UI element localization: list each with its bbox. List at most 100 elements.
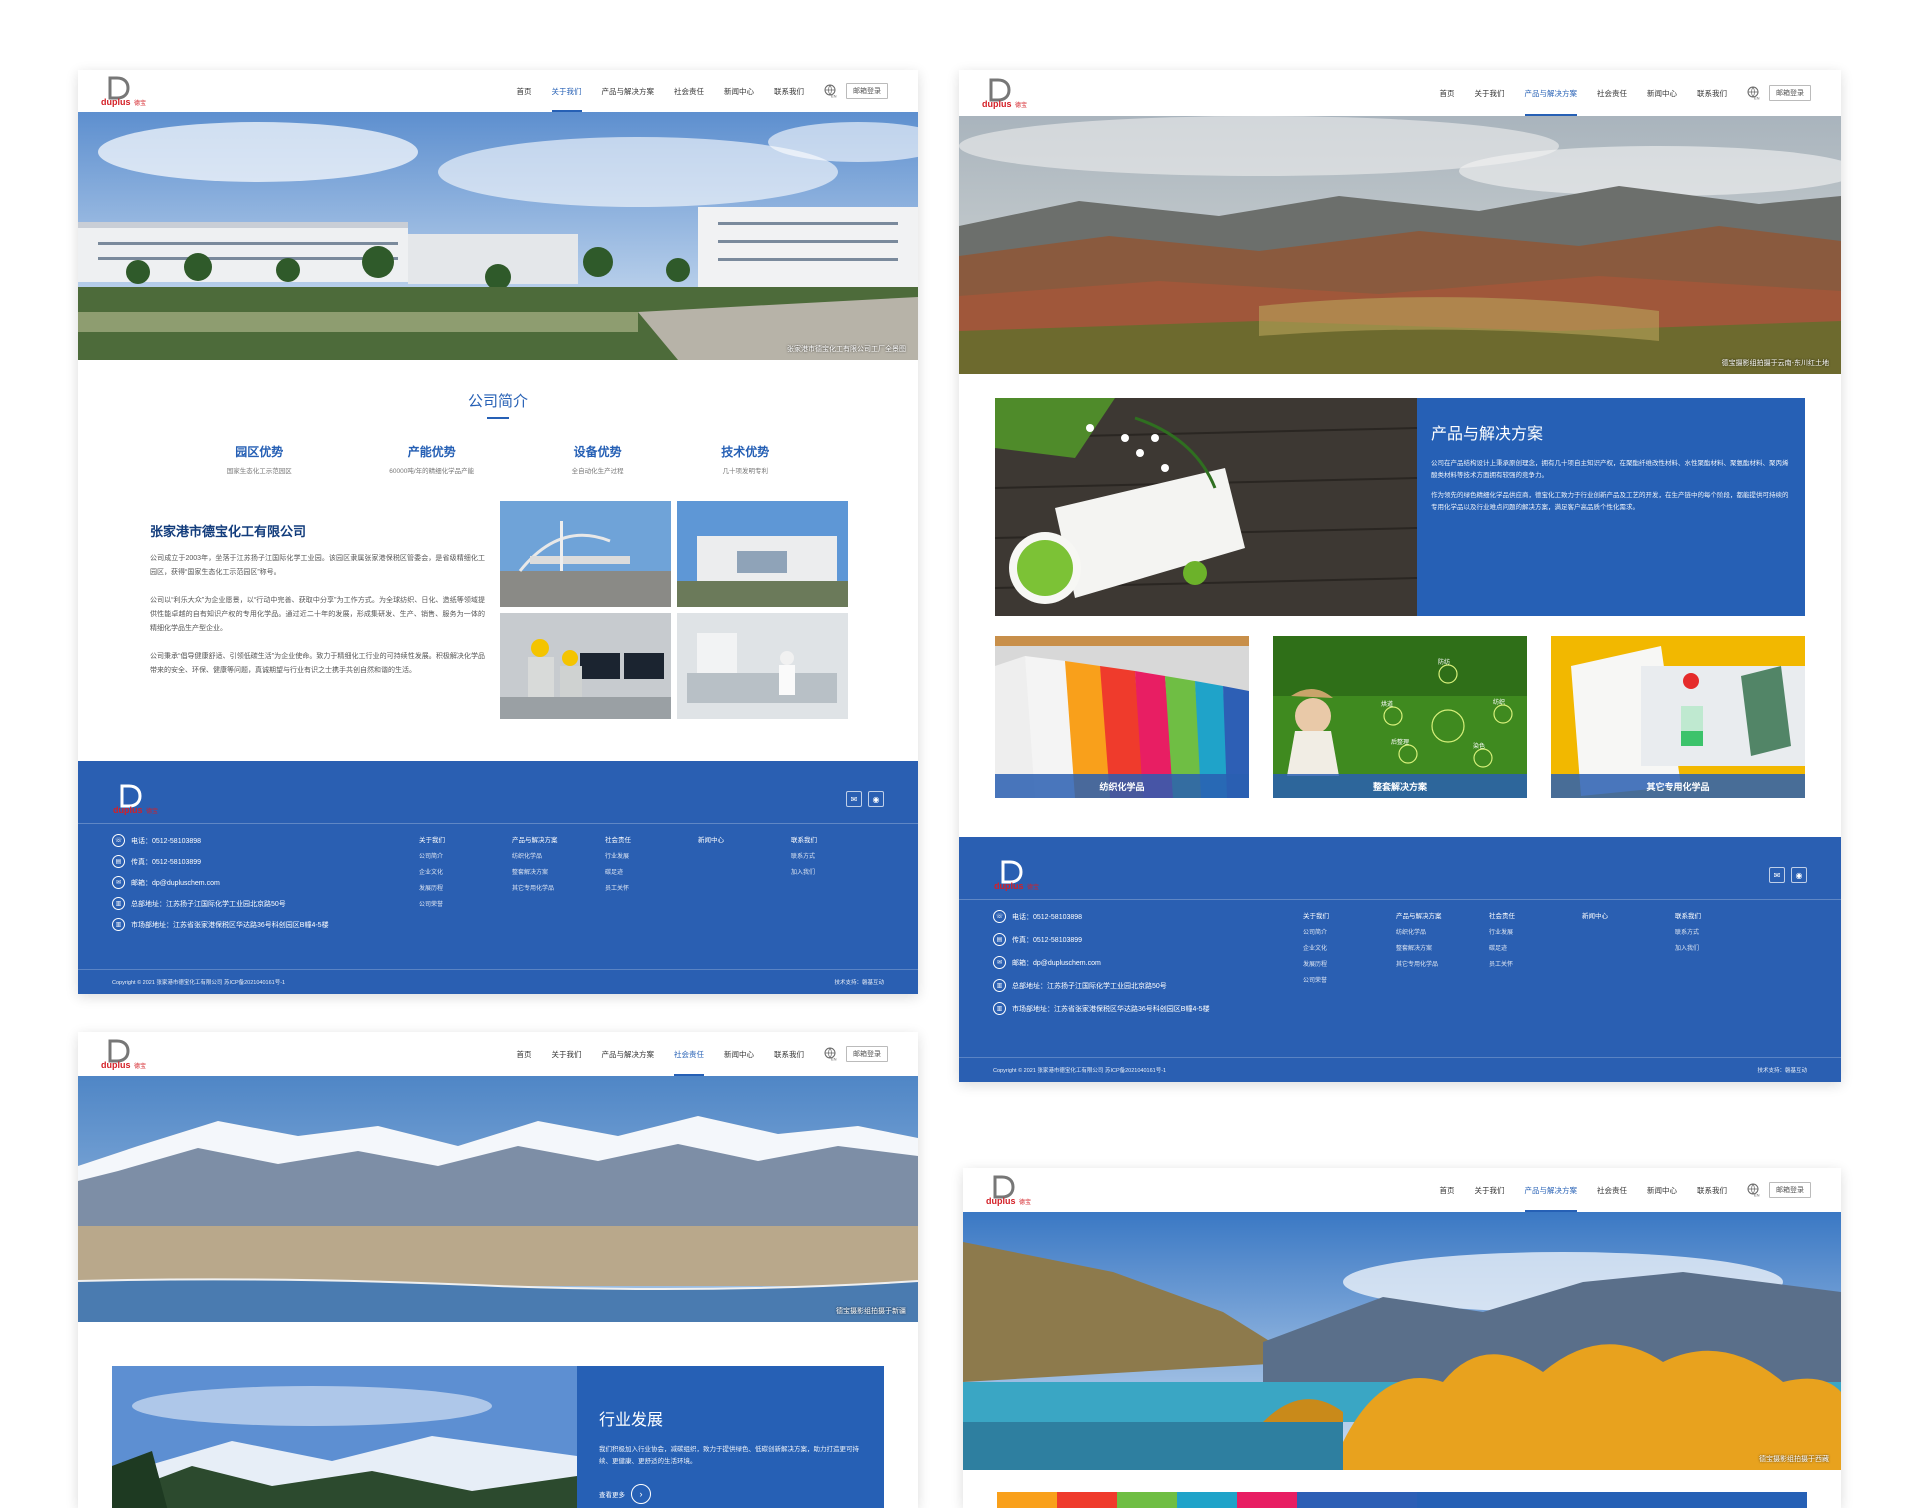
nav-contact[interactable]: 联系我们 <box>774 70 804 112</box>
email-login-button[interactable]: 邮箱登录 <box>846 83 888 99</box>
nav-csr[interactable]: 社会责任 <box>1597 70 1627 116</box>
card-solutions[interactable]: 防纺 烘道 纺织 后整理 染色 整套解决方案 <box>1273 636 1527 798</box>
industry-paragraph: 我们积极加入行业协会，减碳组织，致力于提供绿色、低碳创新解决方案，助力打造更可持… <box>599 1446 859 1465</box>
footer-link[interactable]: 企业文化 <box>419 867 512 876</box>
footer-link[interactable]: 公司荣誉 <box>1303 975 1396 984</box>
footer-email: ✉ 邮箱：dp@dupluschem.com <box>993 956 1303 969</box>
globe-language-icon[interactable]: EN <box>1747 86 1761 100</box>
footer-link-contact[interactable]: 联系我们 <box>1675 910 1768 920</box>
footer-link[interactable]: 公司简介 <box>419 851 512 860</box>
nav-contact[interactable]: 联系我们 <box>1697 1168 1727 1212</box>
footer-link[interactable]: 联系方式 <box>791 851 884 860</box>
footer-link[interactable]: 员工关怀 <box>1489 959 1582 968</box>
tech-support: 技术支持：磐基互动 <box>1757 1068 1807 1074</box>
wechat-icon[interactable]: ✉ <box>846 791 862 807</box>
footer-link-news[interactable]: 新闻中心 <box>1582 910 1675 920</box>
email-text[interactable]: 邮箱：dp@dupluschem.com <box>1012 958 1101 968</box>
nav-contact[interactable]: 联系我们 <box>1697 70 1727 116</box>
svg-text:EN: EN <box>831 1057 837 1062</box>
email-login-button[interactable]: 邮箱登录 <box>846 1046 888 1062</box>
card-textile-chemicals[interactable]: 纺织化学品 <box>995 636 1249 798</box>
nav-csr[interactable]: 社会责任 <box>674 70 704 112</box>
card-other-chemicals[interactable]: 其它专用化学品 <box>1551 636 1805 798</box>
footer-link[interactable]: 企业文化 <box>1303 943 1396 952</box>
qq-icon[interactable]: ◉ <box>868 791 884 807</box>
footer-logo[interactable]: duplus 德宝 <box>993 859 1051 891</box>
footer-link[interactable]: 行业发展 <box>605 851 698 860</box>
footer-link-news[interactable]: 新闻中心 <box>698 834 791 844</box>
footer-link-about[interactable]: 关于我们 <box>1303 910 1396 920</box>
footer-link-products[interactable]: 产品与解决方案 <box>1396 910 1489 920</box>
footer-link[interactable]: 纺织化学品 <box>1396 927 1489 936</box>
globe-language-icon[interactable]: EN <box>1747 1183 1761 1197</box>
footer-link[interactable]: 其它专用化学品 <box>512 883 605 892</box>
footer-phone: ☏ 电话：0512-58103898 <box>993 910 1303 923</box>
footer-link[interactable]: 公司荣誉 <box>419 899 512 908</box>
duplus-logo[interactable]: duplus 德宝 <box>981 77 1039 109</box>
snow-mountain-hero-image: 德宝摄影组拍摄于新疆 <box>78 1076 918 1322</box>
nav-home[interactable]: 首页 <box>1440 1168 1455 1212</box>
nav-about[interactable]: 关于我们 <box>1475 1168 1505 1212</box>
products-page-panel-2: duplus 德宝 首页 关于我们 产品与解决方案 社会责任 新闻中心 联系我们 … <box>963 1168 1841 1508</box>
footer-logo[interactable]: duplus 德宝 <box>112 783 170 815</box>
footer-link[interactable]: 其它专用化学品 <box>1396 959 1489 968</box>
globe-language-icon[interactable]: EN <box>824 1047 838 1061</box>
nav-products[interactable]: 产品与解决方案 <box>602 1032 655 1076</box>
nav-about[interactable]: 关于我们 <box>1475 70 1505 116</box>
footer-link[interactable]: 员工关怀 <box>605 883 698 892</box>
footer-link[interactable]: 加入我们 <box>791 867 884 876</box>
product-cards: 纺织化学品 防纺 烘道 纺织 后整理 染色 整套解决方案 其它专用化学品 <box>995 636 1805 798</box>
shirts-preview-image <box>997 1492 1417 1508</box>
footer-link[interactable]: 碳足迹 <box>1489 943 1582 952</box>
advantage-capacity: 产能优势 60000吨/年的精细化学品产能 <box>389 443 474 475</box>
footer-link-csr[interactable]: 社会责任 <box>605 834 698 844</box>
nav-news[interactable]: 新闻中心 <box>724 70 754 112</box>
footer-link[interactable]: 加入我们 <box>1675 943 1768 952</box>
qq-icon[interactable]: ◉ <box>1791 867 1807 883</box>
svg-text:duplus: duplus <box>101 1060 131 1070</box>
duplus-logo[interactable]: duplus 德宝 <box>100 1038 158 1070</box>
nav-about[interactable]: 关于我们 <box>551 70 582 112</box>
nav-news[interactable]: 新闻中心 <box>1647 1168 1677 1212</box>
globe-language-icon[interactable]: EN <box>824 84 838 98</box>
nav-news[interactable]: 新闻中心 <box>1647 70 1677 116</box>
footer-link[interactable]: 纺织化学品 <box>512 851 605 860</box>
footer-link[interactable]: 发展历程 <box>1303 959 1396 968</box>
view-more-button[interactable]: 查看更多 › <box>599 1484 862 1504</box>
nav-home[interactable]: 首页 <box>517 70 532 112</box>
building-photo <box>677 501 848 607</box>
svg-text:EN: EN <box>831 94 837 99</box>
footer-link[interactable]: 整套解决方案 <box>1396 943 1489 952</box>
nav-products[interactable]: 产品与解决方案 <box>602 70 655 112</box>
phone-icon: ☏ <box>993 910 1006 923</box>
footer-link[interactable]: 整套解决方案 <box>512 867 605 876</box>
nav-products[interactable]: 产品与解决方案 <box>1524 70 1577 116</box>
footer-link-about[interactable]: 关于我们 <box>419 834 512 844</box>
nav-csr[interactable]: 社会责任 <box>1597 1168 1627 1212</box>
email-login-button[interactable]: 邮箱登录 <box>1769 1182 1811 1198</box>
footer-link[interactable]: 公司简介 <box>1303 927 1396 936</box>
footer-link-products[interactable]: 产品与解决方案 <box>512 834 605 844</box>
nav-home[interactable]: 首页 <box>1440 70 1455 116</box>
footer-link-contact[interactable]: 联系我们 <box>791 834 884 844</box>
footer-link[interactable]: 联系方式 <box>1675 927 1768 936</box>
copyright: Copyright © 2021 张家港市德宝化工有限公司 苏ICP备20210… <box>993 1068 1167 1074</box>
footer-link-csr[interactable]: 社会责任 <box>1489 910 1582 920</box>
footer-link[interactable]: 碳足迹 <box>605 867 698 876</box>
nav-contact[interactable]: 联系我们 <box>774 1032 804 1076</box>
footer-link[interactable]: 发展历程 <box>419 883 512 892</box>
wechat-icon[interactable]: ✉ <box>1769 867 1785 883</box>
factory-hero-image: 张家港市德宝化工有限公司工厂全景图 <box>78 112 918 360</box>
nav-news[interactable]: 新闻中心 <box>724 1032 754 1076</box>
email-login-button[interactable]: 邮箱登录 <box>1769 85 1811 101</box>
footer-link[interactable]: 行业发展 <box>1489 927 1582 936</box>
nav-csr[interactable]: 社会责任 <box>674 1032 704 1076</box>
card-label: 整套解决方案 <box>1273 774 1527 798</box>
email-text[interactable]: 邮箱：dp@dupluschem.com <box>131 878 220 888</box>
duplus-logo[interactable]: duplus 德宝 <box>100 75 158 107</box>
nav-products[interactable]: 产品与解决方案 <box>1524 1168 1577 1212</box>
nav-about[interactable]: 关于我们 <box>552 1032 582 1076</box>
svg-text:德宝: 德宝 <box>1027 883 1039 891</box>
nav-home[interactable]: 首页 <box>517 1032 532 1076</box>
duplus-logo[interactable]: duplus 德宝 <box>985 1174 1043 1206</box>
